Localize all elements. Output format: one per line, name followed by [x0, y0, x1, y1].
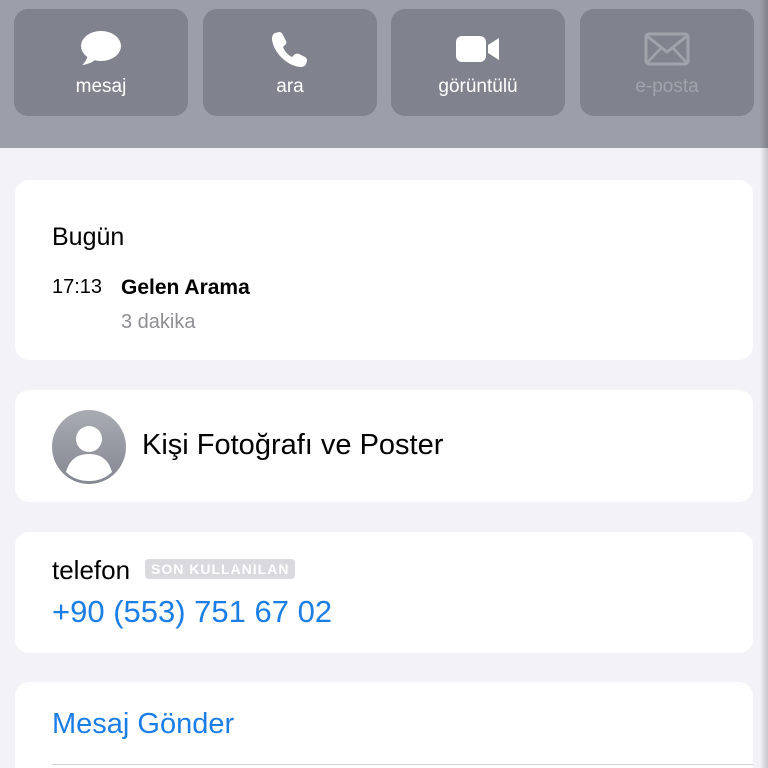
envelope-icon: [580, 29, 754, 69]
send-message-card: Mesaj Gönder: [15, 682, 753, 768]
call-button-label: ara: [276, 76, 304, 97]
contact-photo-card[interactable]: Kişi Fotoğrafı ve Poster: [15, 390, 753, 502]
person-avatar-icon: [52, 410, 126, 484]
contact-photo-label: Kişi Fotoğrafı ve Poster: [142, 429, 444, 461]
edge-shadow: [760, 0, 768, 768]
history-date-heading: Bugün: [52, 223, 125, 251]
recent-badge: SON KULLANILAN: [145, 559, 296, 579]
call-type: Gelen Arama: [121, 276, 250, 299]
message-button[interactable]: mesaj: [14, 9, 188, 116]
row-divider: [52, 764, 753, 765]
phone-icon: [203, 29, 377, 69]
call-button[interactable]: ara: [203, 9, 377, 116]
contact-detail-screen: mesaj ara görüntülü e-posta Bugün 17:13 …: [0, 0, 768, 768]
message-button-label: mesaj: [75, 76, 127, 97]
phone-number-link[interactable]: +90 (553) 751 67 02: [52, 594, 332, 630]
send-message-link[interactable]: Mesaj Gönder: [52, 707, 234, 741]
message-bubble-icon: [14, 29, 188, 69]
call-duration: 3 dakika: [121, 311, 196, 333]
call-time: 17:13: [52, 276, 103, 298]
video-camera-icon: [391, 29, 565, 69]
video-call-button-label: görüntülü: [438, 76, 518, 97]
phone-label: telefon: [52, 555, 131, 585]
video-call-button[interactable]: görüntülü: [391, 9, 565, 116]
call-history-card: Bugün 17:13 Gelen Arama 3 dakika: [15, 180, 753, 360]
email-button-label: e-posta: [635, 76, 699, 97]
phone-number-card[interactable]: telefon SON KULLANILAN +90 (553) 751 67 …: [15, 532, 753, 653]
contact-header: mesaj ara görüntülü e-posta: [0, 0, 768, 148]
email-button[interactable]: e-posta: [580, 9, 754, 116]
quick-actions-row: mesaj ara görüntülü e-posta: [14, 9, 754, 116]
